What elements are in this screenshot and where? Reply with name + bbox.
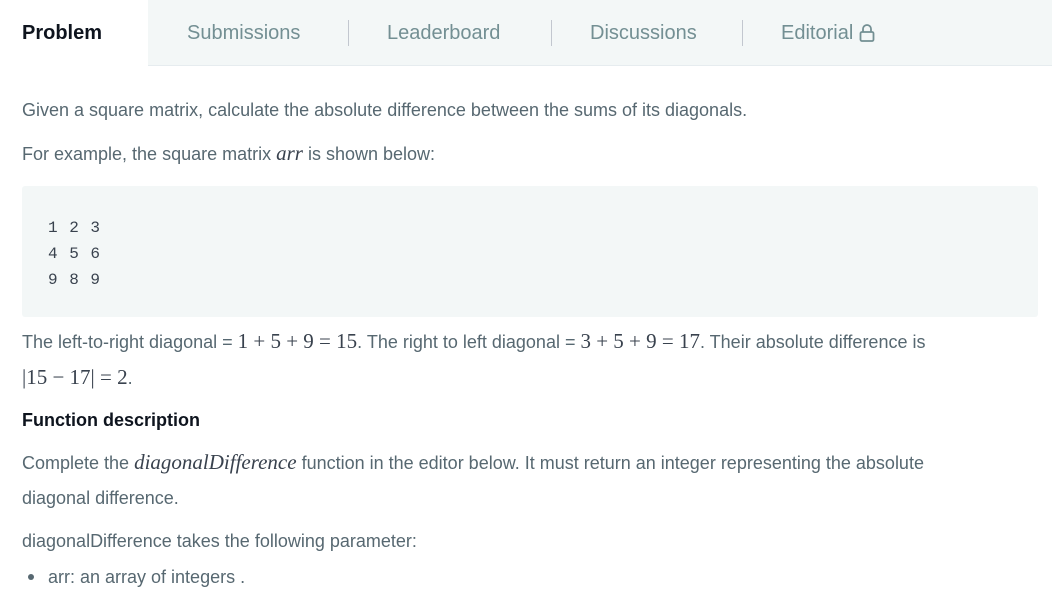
func-suffix: function in the editor below. It must re… xyxy=(296,453,924,473)
tab-discussions[interactable]: Discussions xyxy=(590,0,697,66)
function-description-text-line2: diagonal difference. xyxy=(22,488,179,508)
func-prefix: Complete the xyxy=(22,453,135,473)
parameters-intro: diagonalDifference takes the following p… xyxy=(22,531,417,551)
difference-result: |15 − 17| = 2. xyxy=(22,359,133,396)
example-suffix: is shown below: xyxy=(302,144,436,164)
tab-divider xyxy=(551,20,552,46)
example-text: For example, the square matrix arr is sh… xyxy=(22,135,435,172)
tab-label: Discussions xyxy=(590,21,697,44)
intro-text: Given a square matrix, calculate the abs… xyxy=(22,100,748,120)
tab-submissions[interactable]: Submissions xyxy=(187,0,300,66)
example-prefix: For example, the square matrix xyxy=(22,144,277,164)
difference-suffix: . xyxy=(127,368,133,388)
lock-icon xyxy=(859,23,875,43)
tab-label: Submissions xyxy=(187,21,301,44)
problem-tabs: Problem Submissions Leaderboard Discussi… xyxy=(0,0,1052,67)
function-description-text: Complete the diagonalDifference function… xyxy=(22,444,924,481)
diag-text: . Their absolute difference is xyxy=(700,332,926,352)
matrix-code-block: 1 2 3 4 5 6 9 8 9 xyxy=(22,186,1038,317)
diag-text: . The right to left diagonal = xyxy=(357,332,581,352)
tab-label: Leaderboard xyxy=(387,21,501,44)
diag-math: 1 + 5 + 9 = 15 xyxy=(237,329,358,353)
diagonal-explanation: The left-to-right diagonal = 1 + 5 + 9 =… xyxy=(22,323,925,360)
function-name: diagonalDifference xyxy=(134,450,297,474)
function-description-heading: Function description xyxy=(22,410,200,430)
bullet-icon xyxy=(28,574,34,580)
tab-problem[interactable]: Problem xyxy=(0,0,148,67)
tab-divider xyxy=(348,20,349,46)
example-variable: arr xyxy=(276,141,303,165)
matrix-row: 9 8 9 xyxy=(48,271,102,289)
diag-math: 3 + 5 + 9 = 17 xyxy=(580,329,700,353)
tab-divider xyxy=(742,20,743,46)
matrix-row: 1 2 3 xyxy=(48,219,102,237)
difference-math: |15 − 17| = 2 xyxy=(22,365,128,389)
tab-label: Problem xyxy=(22,21,103,44)
parameter-item: arr: an array of integers . xyxy=(48,567,246,587)
matrix-row: 4 5 6 xyxy=(48,245,102,263)
tab-label: Editorial xyxy=(781,21,854,44)
tab-leaderboard[interactable]: Leaderboard xyxy=(387,0,500,66)
diag-text: The left-to-right diagonal = xyxy=(22,332,238,352)
tab-editorial[interactable]: Editorial xyxy=(781,0,875,66)
